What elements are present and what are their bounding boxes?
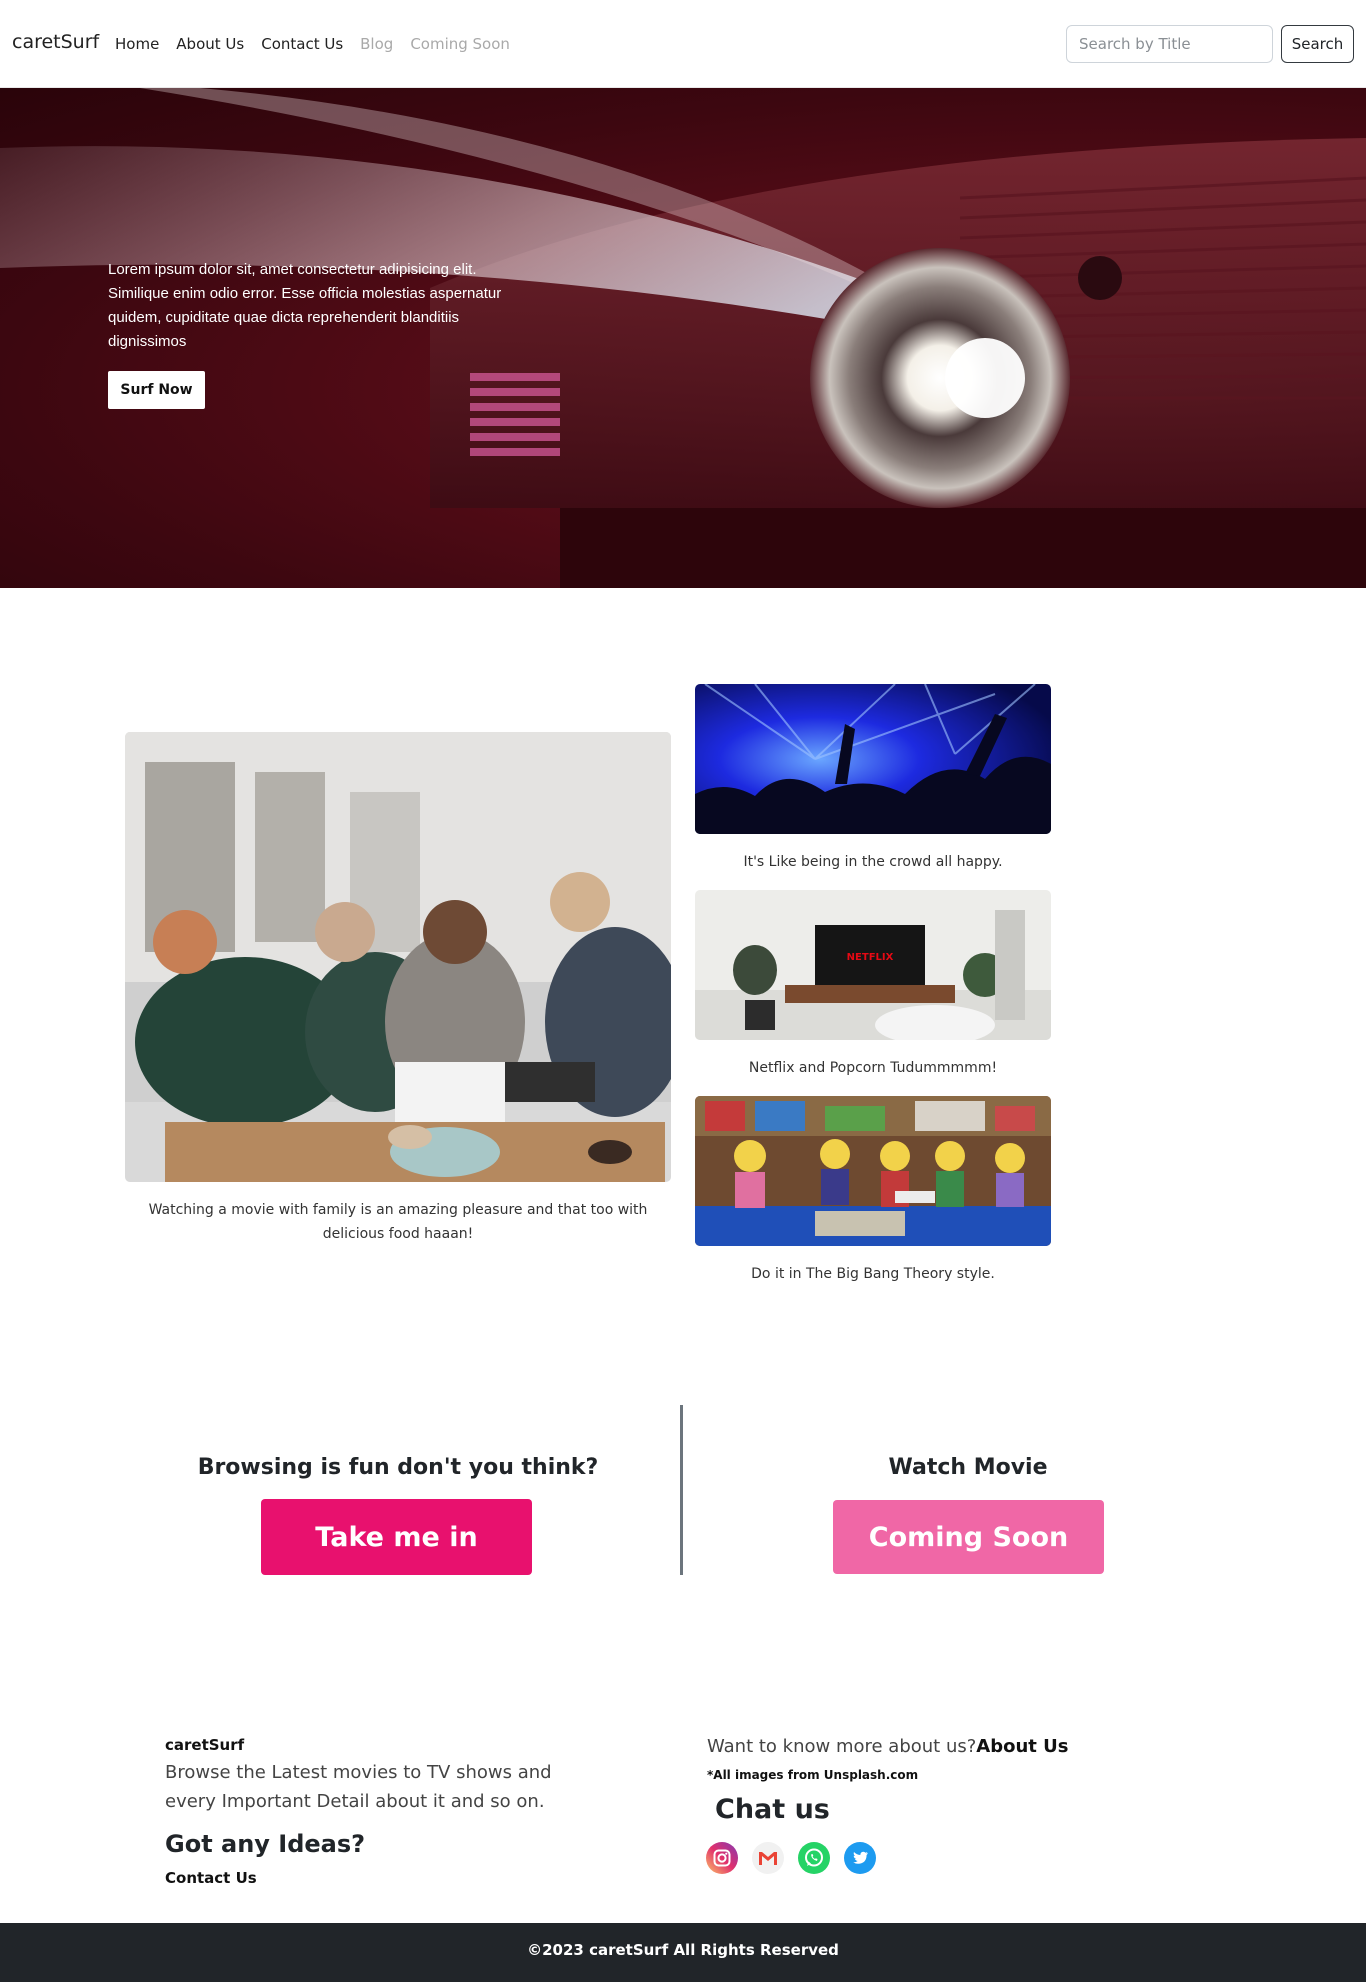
know-more-text: Want to know more about us?About Us: [707, 1736, 1069, 1757]
watch-movie-heading: Watch Movie: [888, 1455, 1048, 1480]
search-button[interactable]: Search: [1281, 25, 1354, 63]
coming-soon-button[interactable]: Coming Soon: [833, 1500, 1104, 1574]
social-icons: [706, 1842, 876, 1874]
gmail-icon[interactable]: [752, 1842, 784, 1874]
netflix-photo-caption: Netflix and Popcorn Tudummmmm!: [748, 1060, 998, 1076]
netflix-tv-photo: NETFLIX: [695, 890, 1051, 1040]
hero-description: Lorem ipsum dolor sit, amet consectetur …: [108, 261, 502, 350]
search-input[interactable]: [1066, 25, 1273, 63]
instagram-icon[interactable]: [706, 1842, 738, 1874]
whatsapp-icon[interactable]: [798, 1842, 830, 1874]
copyright-bar: ©2023 caretSurf All Rights Reserved: [0, 1923, 1366, 1982]
nav-link-blog: Blog: [360, 35, 394, 53]
lego-bigbang-photo: [695, 1096, 1051, 1246]
family-movie-photo: [125, 732, 671, 1182]
nav-link-home[interactable]: Home: [115, 35, 159, 53]
know-more-label: Want to know more about us?: [707, 1736, 977, 1757]
hero-banner: Lorem ipsum dolor sit, amet consectetur …: [0, 88, 1366, 588]
browsing-heading: Browsing is fun don't you think?: [197, 1455, 599, 1480]
family-photo-caption: Watching a movie with family is an amazi…: [148, 1202, 648, 1242]
footer-brand: caretSurf: [165, 1736, 245, 1754]
navbar: caretSurf Home About Us Contact Us Blog …: [0, 0, 1366, 88]
image-credit: *All images from Unsplash.com: [707, 1768, 919, 1782]
vertical-divider: [680, 1405, 683, 1575]
nav-links: Home About Us Contact Us Blog Coming Soo…: [115, 35, 510, 53]
netflix-logo-text: NETFLIX: [847, 952, 894, 963]
footer-about-link[interactable]: About Us: [976, 1736, 1068, 1757]
got-ideas-heading: Got any Ideas?: [165, 1830, 366, 1858]
nav-link-contact[interactable]: Contact Us: [261, 35, 343, 53]
footer-description: Browse the Latest movies to TV shows and…: [165, 1762, 552, 1812]
surf-now-button[interactable]: Surf Now: [108, 371, 205, 409]
chat-us-heading: Chat us: [715, 1794, 830, 1825]
nav-link-about[interactable]: About Us: [176, 35, 244, 53]
lego-photo-caption: Do it in The Big Bang Theory style.: [751, 1266, 995, 1282]
twitter-icon[interactable]: [844, 1842, 876, 1874]
concert-photo-caption: It's Like being in the crowd all happy.: [743, 854, 1003, 870]
nav-link-coming-soon: Coming Soon: [410, 35, 510, 53]
concert-crowd-photo: [695, 684, 1051, 834]
footer-contact-link[interactable]: Contact Us: [165, 1869, 257, 1887]
take-me-in-button[interactable]: Take me in: [261, 1499, 532, 1575]
brand-logo[interactable]: caretSurf: [12, 31, 99, 53]
